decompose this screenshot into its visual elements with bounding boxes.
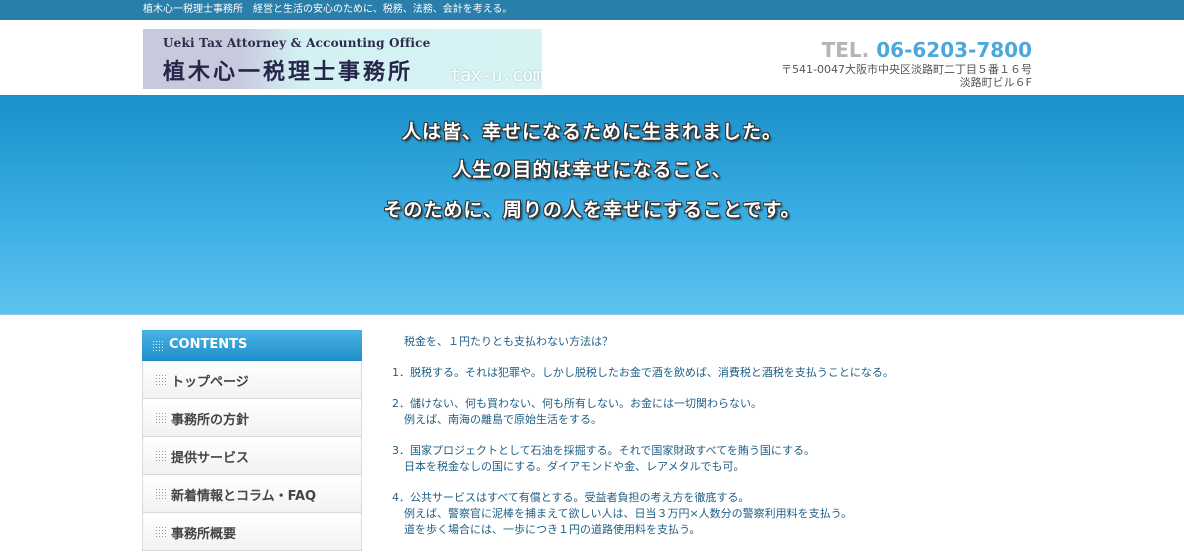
list-item-heading: 3．国家プロジェクトとして石油を採掘する。それで国家財政すべてを賄う国にする。	[392, 444, 816, 457]
hero-line-2: 人生の目的は幸せになること、	[452, 159, 732, 181]
list-item-heading: 4．公共サービスはすべて有償とする。受益者負担の考え方を徹底する。	[392, 491, 750, 504]
sidebar: CONTENTS トップページ 事務所の方針 提供サービス 新着情報とコラム・F…	[142, 330, 362, 551]
header: Ueki Tax Attorney & Accounting Office 植木…	[0, 20, 1184, 95]
office-address: 〒541-0047大阪市中央区淡路町二丁目５番１６号 淡路町ビル６F	[781, 63, 1032, 89]
sidebar-item-label: トップページ	[171, 375, 249, 390]
article-question: 税金を、１円たりとも支払わない方法は？	[404, 335, 613, 348]
sidebar-item-office-overview[interactable]: 事務所概要	[142, 513, 362, 551]
sidebar-item-policy[interactable]: 事務所の方針	[142, 399, 362, 437]
list-item: 4．公共サービスはすべて有償とする。受益者負担の考え方を徹底する。 例えば、警察…	[392, 490, 1152, 538]
site-logo[interactable]: Ueki Tax Attorney & Accounting Office 植木…	[143, 29, 542, 89]
list-item: 3．国家プロジェクトとして石油を採掘する。それで国家財政すべてを賄う国にする。 …	[392, 443, 1152, 475]
sidebar-item-services[interactable]: 提供サービス	[142, 437, 362, 475]
grid-icon	[155, 488, 166, 499]
grid-icon	[155, 450, 166, 461]
tel-label: TEL.	[821, 38, 870, 62]
grid-icon	[155, 412, 166, 423]
sidebar-item-label: 事務所概要	[171, 527, 237, 542]
sidebar-item-label: 新着情報とコラム・FAQ	[171, 489, 317, 504]
list-item-detail: 例えば、南海の離島で原始生活をする。	[404, 413, 602, 426]
list-item-detail: 日本を税金なしの国にする。ダイアモンドや金、レアメタルでも可。	[404, 460, 745, 473]
logo-english-name: Ueki Tax Attorney & Accounting Office	[163, 36, 431, 50]
phone-number: TEL. 06-6203-7800	[822, 39, 1032, 61]
hero-banner: 人は皆、幸せになるために生まれました。 人生の目的は幸せになること、 そのために…	[0, 95, 1184, 315]
address-line-2: 淡路町ビル６F	[959, 76, 1032, 89]
tel-number: 06-6203-7800	[876, 38, 1032, 62]
address-line-1: 〒541-0047大阪市中央区淡路町二丁目５番１６号	[781, 63, 1032, 76]
grid-icon	[155, 374, 166, 385]
list-item-heading: 2．儲けない、何も買わない、何も所有しない。お金には一切関わらない。	[392, 397, 762, 410]
top-bar: 植木心一税理士事務所 経営と生活の安心のために、税務、法務、会計を考える。	[0, 0, 1184, 20]
list-item: 1．脱税する。それは犯罪や。しかし脱税したお金で酒を飲めば、消費税と酒税を支払う…	[392, 365, 1152, 381]
grid-icon	[152, 340, 163, 351]
hero-line-3: そのために、周りの人を幸せにすることです。	[383, 199, 801, 221]
hero-line-1: 人は皆、幸せになるために生まれました。	[401, 121, 782, 143]
sidebar-item-label: 事務所の方針	[171, 413, 250, 428]
sidebar-item-news[interactable]: 新着情報とコラム・FAQ	[142, 475, 362, 513]
logo-japanese-name: 植木心一税理士事務所	[163, 59, 414, 85]
main-content: 税金を、１円たりとも支払わない方法は？ 1．脱税する。それは犯罪や。しかし脱税し…	[392, 334, 1152, 553]
site-tagline: 植木心一税理士事務所 経営と生活の安心のために、税務、法務、会計を考える。	[143, 4, 513, 15]
sidebar-item-top-page[interactable]: トップページ	[142, 361, 362, 399]
list-item-detail: 例えば、警察官に泥棒を捕まえて欲しい人は、日当３万円×人数分の警察利用料を支払う…	[404, 507, 853, 520]
list-item: 2．儲けない、何も買わない、何も所有しない。お金には一切関わらない。 例えば、南…	[392, 396, 1152, 428]
logo-domain: tax-u.com	[450, 65, 542, 86]
contents-header: CONTENTS	[142, 330, 362, 361]
sidebar-item-label: 提供サービス	[171, 451, 250, 466]
contents-title: CONTENTS	[169, 337, 248, 352]
list-item-heading: 1．脱税する。それは犯罪や。しかし脱税したお金で酒を飲めば、消費税と酒税を支払う…	[392, 366, 894, 379]
list-item-detail: 道を歩く場合には、一歩につき１円の道路使用料を支払う。	[404, 523, 701, 536]
